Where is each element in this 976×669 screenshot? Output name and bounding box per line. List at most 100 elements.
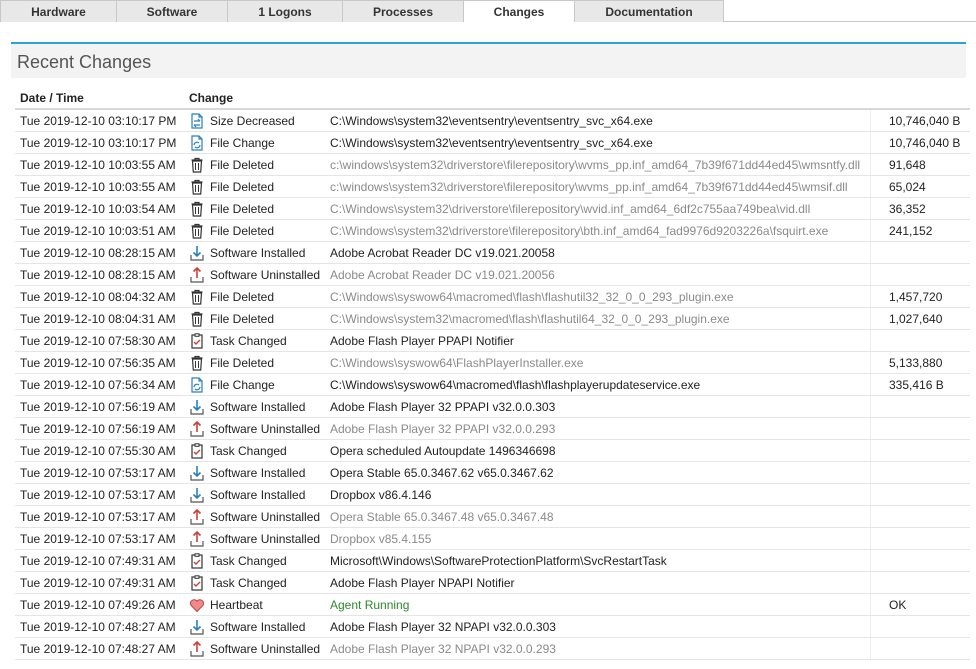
- row-change-type: File Deleted: [210, 202, 275, 216]
- row-object: Adobe Flash Player 32 PPAPI v32.0.0.303: [330, 400, 556, 414]
- table-row[interactable]: Tue 2019-12-10 07:48:27 AM Software Insta…: [15, 616, 970, 638]
- table-row[interactable]: Tue 2019-12-10 07:56:34 AM File Change C:\…: [15, 374, 970, 396]
- row-size: 241,152: [889, 224, 933, 238]
- row-object: C:\Windows\system32\macromed\flash\flash…: [330, 312, 730, 326]
- table-row[interactable]: Tue 2019-12-10 10:03:54 AM File Deleted C:…: [15, 198, 970, 220]
- trash-icon: [189, 222, 205, 240]
- table-row[interactable]: Tue 2019-12-10 07:49:31 AM Task Changed Ad…: [15, 572, 970, 594]
- row-object: C:\Windows\syswow64\FlashPlayerInstaller…: [330, 356, 584, 370]
- header-date-time[interactable]: Date / Time: [20, 91, 84, 105]
- row-change-type: File Deleted: [210, 290, 275, 304]
- row-date: Tue 2019-12-10 07:49:31 AM: [20, 576, 176, 590]
- table-row[interactable]: Tue 2019-12-10 07:48:27 AM Software Unins…: [15, 638, 970, 660]
- table-row[interactable]: Tue 2019-12-10 10:03:55 AM File Deleted c:…: [15, 154, 970, 176]
- row-size: OK: [889, 598, 907, 612]
- task-icon: [189, 332, 205, 350]
- row-change-type: Task Changed: [210, 444, 287, 458]
- uninstall-icon: [189, 508, 205, 526]
- row-change-type: Software Uninstalled: [210, 532, 321, 546]
- tab-documentation[interactable]: Documentation: [574, 0, 724, 22]
- row-change-type: Software Installed: [210, 466, 306, 480]
- row-size: 65,024: [889, 180, 926, 194]
- row-date: Tue 2019-12-10 10:03:55 AM: [20, 180, 176, 194]
- row-change-type: Software Uninstalled: [210, 642, 321, 656]
- tab-hardware[interactable]: Hardware: [0, 0, 117, 22]
- row-change-type: Task Changed: [210, 576, 287, 590]
- uninstall-icon: [189, 266, 205, 284]
- table-row[interactable]: Tue 2019-12-10 08:28:15 AM Software Unins…: [15, 264, 970, 286]
- table-row[interactable]: Tue 2019-12-10 10:03:55 AM File Deleted c:…: [15, 176, 970, 198]
- task-icon: [189, 442, 205, 460]
- tab-software[interactable]: Software: [116, 0, 228, 22]
- row-change-type: File Deleted: [210, 180, 275, 194]
- row-date: Tue 2019-12-10 07:48:27 AM: [20, 642, 176, 656]
- table-row[interactable]: Tue 2019-12-10 07:55:30 AM Task Changed Op…: [15, 440, 970, 462]
- row-object: Opera Stable 65.0.3467.48 v65.0.3467.48: [330, 510, 554, 524]
- table-row[interactable]: Tue 2019-12-10 07:49:31 AM Task Changed Mi…: [15, 550, 970, 572]
- row-change-type: File Deleted: [210, 158, 275, 172]
- row-date: Tue 2019-12-10 07:56:35 AM: [20, 356, 176, 370]
- row-date: Tue 2019-12-10 08:04:31 AM: [20, 312, 176, 326]
- table-row[interactable]: Tue 2019-12-10 07:53:17 AM Software Unins…: [15, 506, 970, 528]
- table-header: Date / Time Change: [15, 88, 970, 110]
- row-object: C:\Windows\system32\driverstore\filerepo…: [330, 202, 811, 216]
- trash-icon: [189, 178, 205, 196]
- tab-logons[interactable]: 1 Logons: [227, 0, 343, 22]
- row-date: Tue 2019-12-10 07:53:17 AM: [20, 532, 176, 546]
- row-object: Adobe Flash Player NPAPI Notifier: [330, 576, 515, 590]
- row-object: C:\Windows\system32\eventsentry\eventsen…: [330, 136, 653, 150]
- row-size: 5,133,880: [889, 356, 943, 370]
- trash-icon: [189, 288, 205, 306]
- table-row[interactable]: Tue 2019-12-10 03:10:17 PM File Change C:\…: [15, 132, 970, 154]
- tab-processes[interactable]: Processes: [342, 0, 464, 22]
- row-change-type: Software Installed: [210, 246, 306, 260]
- row-date: Tue 2019-12-10 07:49:31 AM: [20, 554, 176, 568]
- row-object: Dropbox v85.4.155: [330, 532, 432, 546]
- row-date: Tue 2019-12-10 07:56:34 AM: [20, 378, 176, 392]
- row-change-type: File Deleted: [210, 224, 275, 238]
- table-row[interactable]: Tue 2019-12-10 10:03:51 AM File Deleted C:…: [15, 220, 970, 242]
- table-row[interactable]: Tue 2019-12-10 07:56:19 AM Software Insta…: [15, 396, 970, 418]
- row-date: Tue 2019-12-10 07:53:17 AM: [20, 510, 176, 524]
- row-change-type: File Change: [210, 378, 275, 392]
- row-object: Adobe Acrobat Reader DC v19.021.20056: [330, 268, 555, 282]
- row-object: c:\windows\system32\driverstore\filerepo…: [330, 158, 861, 172]
- row-change-type: Software Uninstalled: [210, 422, 321, 436]
- table-row[interactable]: Tue 2019-12-10 07:49:26 AM Heartbeat Agent…: [15, 594, 970, 616]
- row-date: Tue 2019-12-10 10:03:51 AM: [20, 224, 176, 238]
- table-row[interactable]: Tue 2019-12-10 08:04:31 AM File Deleted C:…: [15, 308, 970, 330]
- size-icon: [189, 112, 205, 130]
- row-change-type: Task Changed: [210, 334, 287, 348]
- row-change-type: File Deleted: [210, 312, 275, 326]
- row-size: 10,746,040 B: [889, 114, 961, 128]
- row-date: Tue 2019-12-10 07:55:30 AM: [20, 444, 176, 458]
- row-object: Adobe Flash Player PPAPI Notifier: [330, 334, 514, 348]
- row-object: c:\windows\system32\driverstore\filerepo…: [330, 180, 848, 194]
- table-row[interactable]: Tue 2019-12-10 08:04:32 AM File Deleted C:…: [15, 286, 970, 308]
- row-size: 91,648: [889, 158, 926, 172]
- uninstall-icon: [189, 530, 205, 548]
- row-date: Tue 2019-12-10 10:03:55 AM: [20, 158, 176, 172]
- table-row[interactable]: Tue 2019-12-10 07:53:17 AM Software Insta…: [15, 462, 970, 484]
- row-object: C:\Windows\system32\driverstore\filerepo…: [330, 224, 829, 238]
- row-date: Tue 2019-12-10 07:48:27 AM: [20, 620, 176, 634]
- row-date: Tue 2019-12-10 07:56:19 AM: [20, 400, 176, 414]
- row-object: Opera Stable 65.0.3467.62 v65.0.3467.62: [330, 466, 554, 480]
- heart-icon: [189, 596, 205, 614]
- header-change[interactable]: Change: [189, 91, 233, 105]
- table-row[interactable]: Tue 2019-12-10 07:58:30 AM Task Changed Ad…: [15, 330, 970, 352]
- table-row[interactable]: Tue 2019-12-10 07:53:17 AM Software Unins…: [15, 528, 970, 550]
- row-object: C:\Windows\system32\eventsentry\eventsen…: [330, 114, 653, 128]
- tab-changes[interactable]: Changes: [463, 0, 575, 22]
- table-row[interactable]: Tue 2019-12-10 08:28:15 AM Software Insta…: [15, 242, 970, 264]
- row-object: Adobe Flash Player 32 NPAPI v32.0.0.303: [330, 620, 556, 634]
- row-size: 10,746,040 B: [889, 136, 961, 150]
- table-row[interactable]: Tue 2019-12-10 07:56:19 AM Software Unins…: [15, 418, 970, 440]
- table-row[interactable]: Tue 2019-12-10 07:53:17 AM Software Insta…: [15, 484, 970, 506]
- row-change-type: Heartbeat: [210, 598, 263, 612]
- row-change-type: Software Installed: [210, 620, 306, 634]
- table-row[interactable]: Tue 2019-12-10 03:10:17 PM Size Decreased…: [15, 110, 970, 132]
- tab-bar: Hardware Software 1 Logons Processes Cha…: [0, 0, 976, 22]
- install-icon: [189, 398, 205, 416]
- table-row[interactable]: Tue 2019-12-10 07:56:35 AM File Deleted C:…: [15, 352, 970, 374]
